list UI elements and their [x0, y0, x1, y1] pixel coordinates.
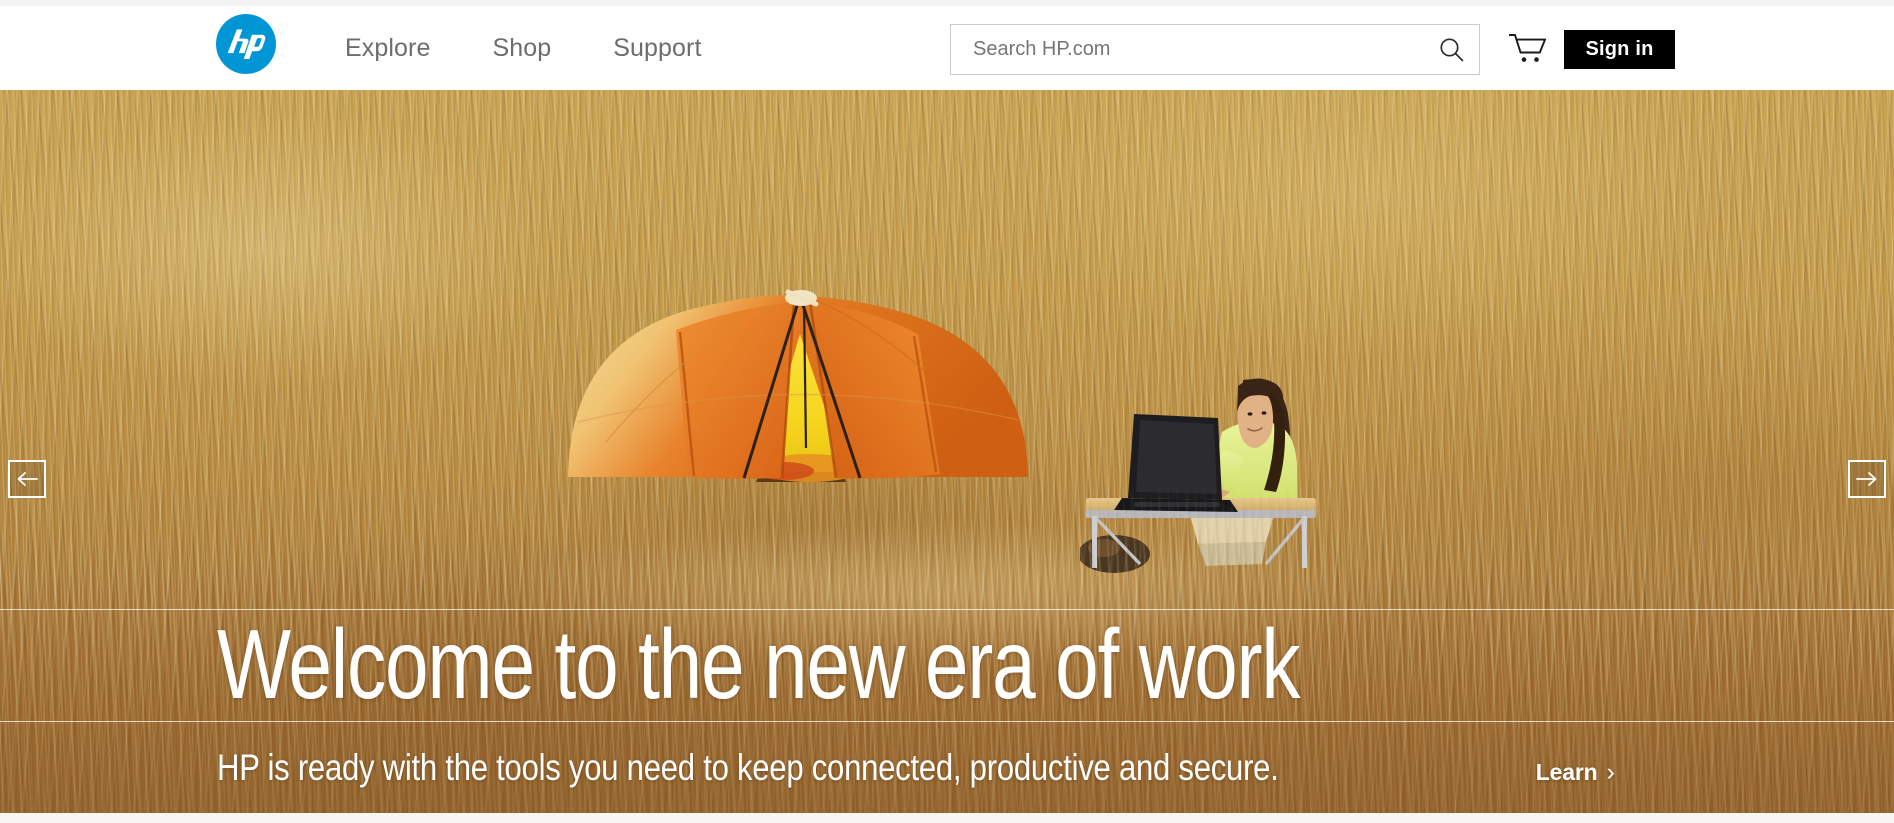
site-header: Explore Shop Support Sign in	[0, 6, 1894, 90]
hero-subheadline: HP is ready with the tools you need to k…	[217, 747, 1279, 788]
hero-carousel: Welcome to the new era of work HP is rea…	[0, 90, 1894, 813]
carousel-next-button[interactable]	[1848, 460, 1886, 498]
hero-subline-row: HP is ready with the tools you need to k…	[217, 747, 1615, 789]
chevron-right-icon: ›	[1606, 758, 1615, 786]
sign-in-button[interactable]: Sign in	[1564, 30, 1675, 69]
hp-logo[interactable]	[215, 13, 277, 75]
page-root: Explore Shop Support Sign in	[0, 0, 1894, 823]
page-bottom-strip	[0, 813, 1894, 823]
arrow-left-icon	[17, 472, 38, 486]
primary-nav: Explore Shop Support	[345, 6, 764, 90]
camping-tent	[548, 272, 1048, 512]
search-submit-button[interactable]	[1423, 25, 1479, 74]
hp-logo-icon	[216, 14, 276, 74]
nav-item-shop[interactable]: Shop	[492, 34, 551, 63]
search-input[interactable]	[951, 25, 1423, 74]
nav-item-support[interactable]: Support	[613, 34, 701, 63]
hero-learn-label: Learn	[1535, 759, 1598, 785]
hero-divider-top	[0, 609, 1894, 610]
hero-background-image	[0, 90, 1894, 813]
shopping-cart-button[interactable]	[1505, 28, 1551, 70]
search-icon	[1439, 38, 1463, 62]
search-bar[interactable]	[950, 24, 1480, 75]
tent-icon	[568, 289, 1028, 482]
hero-learn-link[interactable]: Learn ›	[1306, 759, 1615, 786]
arrow-right-icon	[1856, 472, 1877, 486]
shopping-cart-icon	[1509, 34, 1547, 62]
carousel-prev-button[interactable]	[8, 460, 46, 498]
hero-divider-bottom	[0, 721, 1894, 722]
nav-item-explore[interactable]: Explore	[345, 34, 430, 63]
